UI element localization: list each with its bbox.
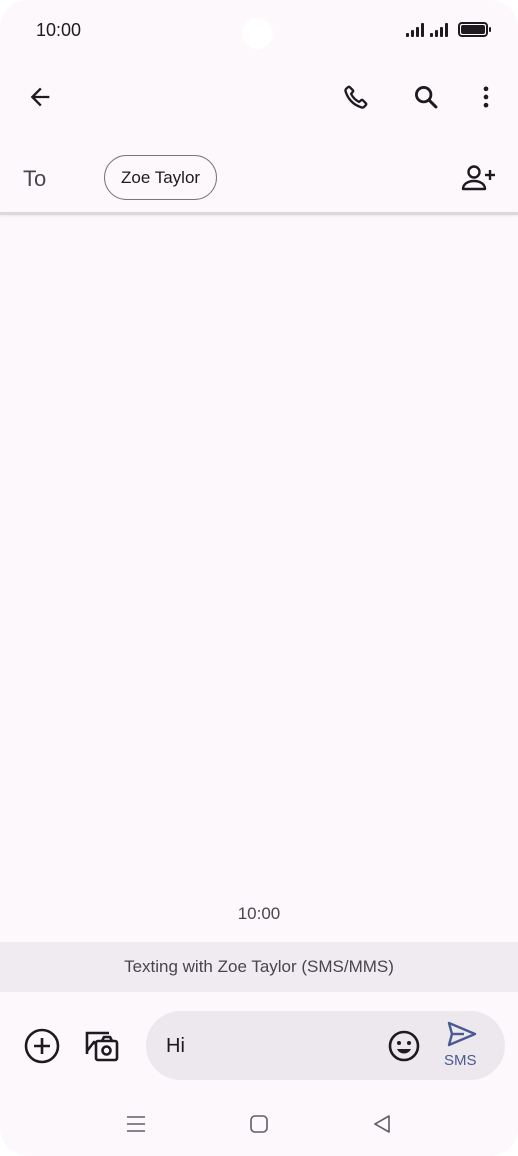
send-icon[interactable]: [438, 1014, 486, 1054]
emoji-icon[interactable]: [380, 1022, 428, 1070]
battery-icon: [458, 22, 491, 37]
add-person-icon[interactable]: [454, 154, 502, 202]
status-icons: [406, 22, 491, 37]
signal-icon: [430, 22, 448, 37]
recipient-chip-label: Zoe Taylor: [121, 167, 201, 187]
camera-cutout: [242, 18, 273, 49]
status-time: 10:00: [36, 20, 82, 40]
top-app-bar: [0, 68, 518, 128]
recipient-chip[interactable]: Zoe Taylor: [104, 155, 218, 200]
menu-icon[interactable]: [116, 1104, 156, 1144]
gallery-icon[interactable]: [78, 1022, 126, 1070]
status-bar: 10:00: [0, 0, 518, 60]
compose-bar: Hi SMS: [0, 1010, 518, 1082]
header-divider: [0, 212, 518, 215]
back-icon[interactable]: [362, 1104, 402, 1144]
signal-icon: [406, 22, 424, 37]
phone-icon[interactable]: [332, 73, 380, 121]
home-icon[interactable]: [239, 1104, 279, 1144]
system-nav-bar: [0, 1100, 518, 1148]
to-label: To: [23, 166, 47, 191]
message-input[interactable]: Hi SMS: [146, 1011, 505, 1080]
recipient-row: To Zoe Taylor: [0, 150, 518, 210]
search-icon[interactable]: [402, 73, 450, 121]
message-input-text[interactable]: Hi: [166, 1035, 185, 1058]
back-arrow-icon[interactable]: [16, 73, 64, 121]
texting-info-text: Texting with Zoe Taylor (SMS/MMS): [124, 957, 394, 976]
more-vert-icon[interactable]: [462, 73, 510, 121]
messages-screen: 10:00 To Zoe Taylor 10:00 Texting with Z…: [0, 0, 518, 1156]
texting-info-banner: Texting with Zoe Taylor (SMS/MMS): [0, 942, 518, 992]
send-sms-label[interactable]: SMS: [444, 1052, 477, 1069]
message-timestamp: 10:00: [237, 904, 281, 923]
add-circle-icon[interactable]: [18, 1022, 66, 1070]
